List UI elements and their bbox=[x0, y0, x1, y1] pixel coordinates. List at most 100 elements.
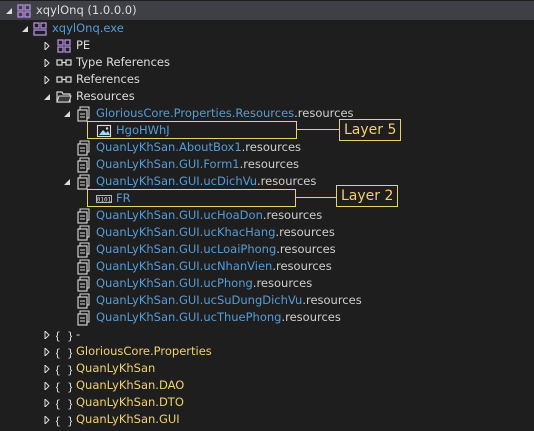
type-references-label: Type References bbox=[76, 55, 170, 69]
pe-label: PE bbox=[76, 38, 91, 52]
resource-file-icon bbox=[76, 174, 92, 190]
namespace-braces-icon: { } bbox=[56, 395, 72, 411]
expand-arrow-icon[interactable] bbox=[42, 394, 52, 411]
svg-text:{ }: { } bbox=[56, 414, 72, 427]
svg-text:{ }: { } bbox=[56, 397, 72, 410]
collapse-arrow-icon[interactable] bbox=[62, 105, 72, 122]
resource-file-item[interactable]: QuanLyKhSan.GUI.Form1 .resources bbox=[76, 156, 299, 173]
resource-file-suffix: .resources bbox=[262, 208, 323, 222]
namespace-label: QuanLyKhSan bbox=[76, 361, 156, 375]
tree-node-namespace[interactable]: { } QuanLyKhSan bbox=[56, 360, 155, 377]
references-label: References bbox=[76, 72, 140, 86]
tree-node-assembly[interactable]: xqylOnq (1.0.0.0) bbox=[16, 2, 137, 19]
namespace-braces-icon: { } bbox=[56, 412, 72, 428]
resource-file-item[interactable]: QuanLyKhSan.GUI.ucThuePhong .resources bbox=[76, 309, 341, 326]
annotation-label-layer5: Layer 5 bbox=[339, 119, 402, 141]
tree-node-namespace[interactable]: { } QuanLyKhSan.GUI bbox=[56, 411, 180, 428]
resource-file-item[interactable]: QuanLyKhSan.GUI.ucKhacHang .resources bbox=[76, 224, 335, 241]
resource-file-name: GloriousCore.Properties.Resources bbox=[96, 106, 295, 120]
resource-file-item[interactable]: QuanLyKhSan.GUI.ucLoaiPhong .resources bbox=[76, 241, 336, 258]
svg-text:{ }: { } bbox=[56, 329, 72, 342]
resource-file-suffix: .resources bbox=[241, 140, 302, 154]
resource-file-item[interactable]: QuanLyKhSan.GUI.ucSuDungDichVu .resources bbox=[76, 292, 362, 309]
tree-node-resources[interactable]: Resources bbox=[56, 88, 135, 105]
collapse-arrow-icon[interactable] bbox=[20, 20, 30, 37]
resource-file-icon bbox=[76, 140, 92, 156]
resource-file-name: QuanLyKhSan.GUI.ucNhanVien bbox=[96, 259, 273, 273]
collapse-arrow-icon[interactable] bbox=[62, 173, 72, 190]
resource-file-name: QuanLyKhSan.GUI.ucSuDungDichVu bbox=[96, 293, 303, 307]
resource-file-suffix: .resources bbox=[252, 276, 313, 290]
resource-file-item[interactable]: GloriousCore.Properties.Resources .resour… bbox=[76, 105, 354, 122]
annotation-label-layer2: Layer 2 bbox=[336, 185, 399, 207]
resource-file-name: QuanLyKhSan.GUI.ucThuePhong bbox=[96, 310, 282, 324]
resources-label: Resources bbox=[76, 89, 135, 103]
namespace-braces-icon: { } bbox=[56, 378, 72, 394]
expand-arrow-icon[interactable] bbox=[42, 37, 52, 54]
svg-text:{ }: { } bbox=[56, 363, 72, 376]
resource-file-name: QuanLyKhSan.GUI.ucDichVu bbox=[96, 174, 257, 188]
resource-file-item[interactable]: QuanLyKhSan.GUI.ucHoaDon .resources bbox=[76, 207, 322, 224]
resource-file-suffix: .resources bbox=[272, 259, 332, 273]
resource-file-name: QuanLyKhSan.GUI.ucLoaiPhong bbox=[96, 242, 277, 256]
namespace-label: QuanLyKhSan.DAO bbox=[76, 378, 185, 392]
tree-node-namespace[interactable]: { } QuanLyKhSan.DAO bbox=[56, 377, 184, 394]
pe-icon bbox=[56, 38, 72, 54]
resource-file-name: QuanLyKhSan.GUI.ucPhong bbox=[96, 276, 253, 290]
assembly-name: xqylOnq bbox=[36, 3, 84, 17]
resource-file-name: QuanLyKhSan.GUI.Form1 bbox=[96, 157, 240, 171]
assembly-icon bbox=[16, 3, 32, 19]
tree-node-namespace[interactable]: { } QuanLyKhSan.DTO bbox=[56, 394, 184, 411]
resource-file-icon bbox=[76, 157, 92, 173]
resource-file-icon bbox=[76, 310, 92, 326]
annotation-connector bbox=[296, 197, 336, 198]
expand-arrow-icon[interactable] bbox=[42, 326, 52, 343]
expand-arrow-icon[interactable] bbox=[42, 377, 52, 394]
resource-file-suffix: .resources bbox=[276, 242, 336, 256]
resource-file-suffix: .resources bbox=[239, 157, 300, 171]
tree-node-type-references[interactable]: Type References bbox=[56, 54, 170, 71]
namespace-label: GloriousCore.Properties bbox=[76, 344, 212, 358]
tree-node-pe[interactable]: PE bbox=[56, 37, 90, 54]
reference-link-icon bbox=[56, 55, 72, 71]
expand-arrow-icon[interactable] bbox=[42, 360, 52, 377]
namespace-braces-icon: { } bbox=[56, 327, 72, 343]
annotation-highlight-box bbox=[87, 189, 296, 207]
resource-file-suffix: .resources bbox=[302, 293, 362, 307]
resource-file-icon bbox=[76, 106, 92, 122]
resource-file-suffix: .resources bbox=[256, 174, 317, 188]
folder-open-icon bbox=[56, 89, 72, 105]
resource-file-suffix: .resources bbox=[281, 310, 341, 324]
tree-node-namespace[interactable]: { } GloriousCore.Properties bbox=[56, 343, 212, 360]
resource-file-item[interactable]: QuanLyKhSan.GUI.ucNhanVien .resources bbox=[76, 258, 332, 275]
resource-file-suffix: .resources bbox=[275, 225, 335, 239]
resource-file-item[interactable]: QuanLyKhSan.GUI.ucPhong .resources bbox=[76, 275, 312, 292]
expand-arrow-icon[interactable] bbox=[42, 71, 52, 88]
svg-text:{ }: { } bbox=[56, 346, 72, 359]
module-name: xqylOnq.exe bbox=[52, 21, 124, 35]
collapse-arrow-icon[interactable] bbox=[42, 88, 52, 105]
module-icon bbox=[32, 21, 48, 37]
tree-node-references[interactable]: References bbox=[56, 71, 140, 88]
collapse-arrow-icon[interactable] bbox=[4, 2, 14, 19]
expand-arrow-icon[interactable] bbox=[42, 411, 52, 428]
resource-file-icon bbox=[76, 259, 92, 275]
resource-file-icon bbox=[76, 293, 92, 309]
expand-arrow-icon[interactable] bbox=[42, 54, 52, 71]
namespace-label: - bbox=[76, 327, 81, 341]
namespace-braces-icon: { } bbox=[56, 344, 72, 360]
namespace-label: QuanLyKhSan.GUI bbox=[76, 412, 180, 426]
annotation-highlight-box bbox=[87, 121, 297, 139]
expand-arrow-icon[interactable] bbox=[42, 343, 52, 360]
tree-node-namespace[interactable]: { } - bbox=[56, 326, 80, 343]
resource-file-item[interactable]: QuanLyKhSan.GUI.ucDichVu .resources bbox=[76, 173, 316, 190]
tree-node-module[interactable]: xqylOnq.exe bbox=[32, 20, 124, 37]
resource-file-item[interactable]: QuanLyKhSan.AboutBox1 .resources bbox=[76, 139, 301, 156]
resource-file-icon bbox=[76, 242, 92, 258]
namespace-braces-icon: { } bbox=[56, 361, 72, 377]
resource-file-name: QuanLyKhSan.AboutBox1 bbox=[96, 140, 242, 154]
annotation-connector bbox=[297, 129, 339, 130]
reference-link-icon bbox=[56, 72, 72, 88]
resource-file-name: QuanLyKhSan.GUI.ucHoaDon bbox=[96, 208, 263, 222]
namespace-label: QuanLyKhSan.DTO bbox=[76, 395, 184, 409]
